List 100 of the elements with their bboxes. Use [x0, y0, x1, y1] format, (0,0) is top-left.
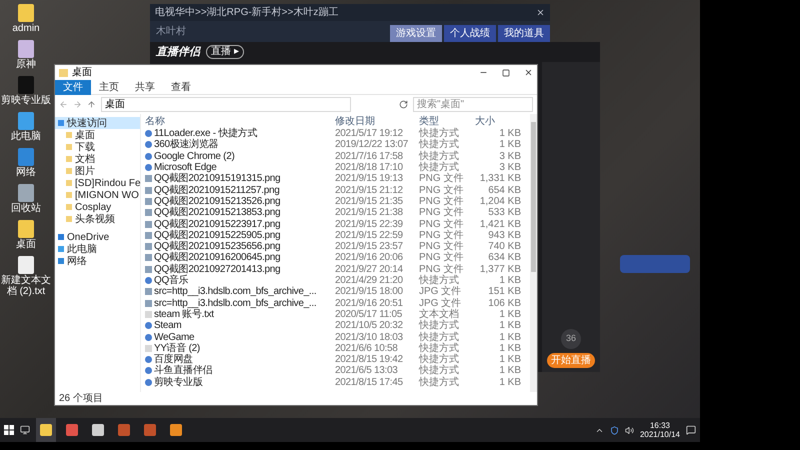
game-tab[interactable]: 游戏设置 — [390, 25, 442, 42]
file-type: PNG 文件 — [419, 218, 464, 230]
nav-item[interactable]: 文档 — [55, 153, 140, 165]
folder-icon — [59, 68, 68, 76]
status-text: 26 个项目 — [59, 392, 103, 406]
file-type: 快捷方式 — [419, 160, 459, 174]
file-type: 快捷方式 — [419, 138, 460, 150]
file-size: 1 KB — [498, 274, 521, 287]
file-type: 快捷方式 — [419, 330, 460, 342]
nav-item[interactable]: [SD]Rindou Fe — [55, 177, 140, 189]
desktop-icon-label: 原神 — [16, 59, 36, 70]
file-date: 2021/9/15 18:00 — [335, 285, 404, 298]
file-size: 1 KB — [498, 364, 521, 378]
file-type: 快捷方式 — [419, 126, 460, 140]
live-pill[interactable]: 直播 ▸ — [206, 45, 244, 59]
clock-time: 16:33 — [650, 421, 670, 430]
file-type: PNG 文件 — [419, 184, 464, 196]
file-date: 2021/10/5 20:32 — [335, 319, 404, 332]
file-type: 快捷方式 — [419, 318, 460, 332]
file-type: JPG 文件 — [419, 296, 462, 309]
floating-toolbar — [620, 255, 690, 273]
desktop-icon-label: 新建文本文档 (2).txt — [0, 275, 52, 297]
column-header[interactable]: 类型 — [419, 114, 475, 128]
file-name[interactable]: 剪映专业版 — [154, 374, 203, 390]
nav-item[interactable]: [MIGNON WO — [55, 189, 140, 201]
file-date: 2020/5/17 11:05 — [335, 308, 404, 320]
file-date: 2021/4/29 21:20 — [335, 274, 404, 286]
notification-icon[interactable] — [686, 425, 696, 435]
file-date: 2021/8/15 17:45 — [335, 376, 404, 390]
file-type: PNG 文件 — [419, 228, 464, 241]
column-header[interactable]: 大小 — [475, 114, 521, 128]
nav-item[interactable]: 此电脑 — [55, 243, 140, 255]
refresh-icon[interactable] — [399, 100, 408, 109]
desktop-icon-label: 此电脑 — [11, 131, 41, 142]
ribbon-tab[interactable]: 主页 — [91, 80, 127, 94]
nav-item[interactable]: OneDrive — [55, 231, 140, 243]
file-type: PNG 文件 — [419, 262, 464, 275]
file-type: 快捷方式 — [419, 364, 460, 376]
start-icon[interactable] — [4, 425, 14, 435]
close-icon[interactable] — [524, 68, 533, 77]
file-type: PNG 文件 — [419, 172, 464, 184]
window-title: 电视华中>>湖北RPG-新手村>>木叶z蹦工 — [155, 6, 338, 20]
file-date: 2021/7/16 17:58 — [335, 150, 404, 162]
location-label: 木叶村 — [156, 24, 187, 39]
file-size: 634 KB — [487, 251, 521, 265]
file-size: 3 KB — [498, 150, 521, 163]
up-icon[interactable] — [87, 100, 96, 109]
desktop-icon-label: 桌面 — [16, 239, 36, 250]
file-name[interactable]: src=http__i3.hdslb.com_bfs_archive_... — [154, 284, 316, 300]
file-size: 1,421 KB — [478, 218, 521, 231]
nav-item[interactable]: Cosplay — [55, 201, 140, 213]
file-type: 文本文档 — [419, 307, 459, 320]
file-size: 1 KB — [498, 308, 521, 321]
desktop-icon-label: 网络 — [16, 167, 36, 178]
file-size: 654 KB — [487, 184, 521, 197]
file-date: 2021/9/15 21:12 — [335, 184, 404, 196]
file-type: JPG 文件 — [419, 284, 462, 298]
nav-item[interactable]: 图片 — [55, 165, 140, 177]
search-field[interactable]: 搜索"桌面" — [413, 97, 533, 112]
column-header[interactable]: 名称 — [145, 114, 335, 128]
file-size: 740 KB — [487, 240, 521, 253]
file-size: 943 KB — [487, 228, 521, 242]
maximize-icon[interactable] — [502, 68, 510, 76]
file-date: 2021/9/15 22:59 — [335, 228, 404, 242]
nav-item[interactable]: 桌面 — [55, 129, 140, 141]
file-date: 2021/5/17 19:12 — [335, 127, 404, 140]
column-header[interactable]: 修改日期 — [335, 114, 419, 128]
taskbar-app[interactable] — [36, 418, 56, 442]
ribbon-tab[interactable]: 共享 — [127, 80, 163, 94]
shield-icon[interactable] — [610, 426, 619, 434]
nav-item[interactable]: 头条视频 — [55, 213, 140, 225]
file-type: PNG 文件 — [419, 206, 464, 218]
ribbon-tab[interactable]: 文件 — [55, 80, 91, 94]
file-date: 2021/9/15 23:57 — [335, 240, 404, 252]
file-size: 1 KB — [498, 319, 521, 333]
clock-date: 2021/10/14 — [640, 430, 680, 439]
file-date: 2021/9/15 21:35 — [335, 194, 404, 208]
nav-item[interactable]: 快速访问 — [55, 117, 140, 129]
game-tab[interactable]: 我的道具 — [498, 25, 550, 42]
volume-icon[interactable] — [624, 426, 634, 434]
file-size: 1 KB — [498, 353, 521, 366]
task-view-icon[interactable] — [20, 425, 30, 435]
file-date: 2021/9/16 20:51 — [335, 296, 404, 310]
file-date: 2021/9/27 20:14 — [335, 262, 404, 276]
file-date: 2021/8/18 17:10 — [335, 161, 404, 174]
file-type: PNG 文件 — [419, 250, 464, 264]
file-type: 快捷方式 — [419, 352, 460, 366]
ribbon-tab[interactable]: 查看 — [163, 80, 199, 94]
file-size: 106 KB — [487, 296, 521, 310]
game-tab[interactable]: 个人战绩 — [444, 25, 496, 42]
file-size: 1 KB — [498, 376, 521, 390]
address-bar[interactable]: 桌面 — [101, 97, 351, 112]
file-date: 2021/9/15 21:38 — [335, 206, 404, 220]
nav-item[interactable]: 网络 — [55, 255, 140, 267]
file-date: 2021/9/16 20:06 — [335, 251, 404, 264]
file-type: 快捷方式 — [419, 150, 460, 162]
file-size: 151 KB — [487, 285, 521, 299]
file-date: 2021/3/10 18:03 — [335, 330, 404, 344]
file-name[interactable]: Steam — [154, 318, 182, 334]
nav-item[interactable]: 下载 — [55, 141, 140, 153]
